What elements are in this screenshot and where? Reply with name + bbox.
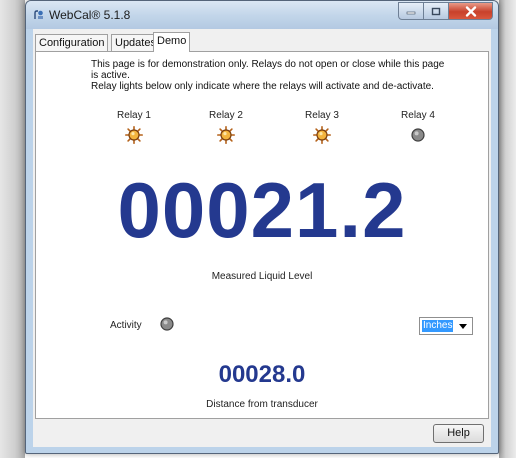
webcal-window: WebCal® 5.1.8 Configuration Updates Demo…	[25, 0, 499, 454]
relay-1: Relay 1	[104, 109, 164, 144]
tab-label: Updates	[115, 37, 156, 49]
app-icon	[34, 10, 43, 19]
units-selected-value: Inches	[422, 320, 454, 332]
notice-line-1: This page is for demonstration only. Rel…	[91, 59, 445, 81]
tab-label: Demo	[157, 35, 187, 47]
maximize-icon	[431, 7, 441, 15]
help-button[interactable]: Help	[433, 424, 484, 443]
minimize-icon	[406, 11, 416, 15]
close-button[interactable]	[449, 2, 493, 20]
demo-panel: This page is for demonstration only. Rel…	[35, 51, 489, 419]
relay-3: Relay 3	[292, 109, 352, 144]
background-desktop-left	[0, 0, 25, 458]
chevron-down-icon[interactable]	[459, 324, 467, 329]
relay-2: Relay 2	[196, 109, 256, 144]
window-client-area: Configuration Updates Demo This page is …	[33, 29, 491, 447]
caption-buttons	[398, 2, 493, 20]
units-dropdown[interactable]: Inches	[419, 317, 473, 335]
relay-3-label: Relay 3	[305, 110, 339, 121]
background-desktop-right	[499, 0, 516, 458]
relay-4: Relay 4	[388, 109, 448, 142]
relay-3-light-icon	[313, 126, 331, 144]
relay-2-light-icon	[217, 126, 235, 144]
measured-level-reading: 00021.2	[117, 166, 407, 254]
measured-level-label: Measured Liquid Level	[211, 271, 313, 282]
minimize-button[interactable]	[398, 2, 424, 20]
close-icon	[465, 5, 476, 17]
activity-light-icon	[160, 317, 174, 331]
title-bar[interactable]: WebCal® 5.1.8	[26, 1, 498, 29]
maximize-button[interactable]	[424, 2, 449, 20]
distance-reading: 00028.0	[218, 361, 306, 388]
relay-4-light-icon	[411, 128, 425, 142]
relay-4-label: Relay 4	[401, 110, 435, 121]
window-title: WebCal® 5.1.8	[49, 8, 131, 22]
tab-label: Configuration	[39, 37, 105, 49]
tab-demo[interactable]: Demo	[153, 32, 191, 52]
tab-configuration[interactable]: Configuration	[35, 34, 109, 51]
notice-line-2: Relay lights below only indicate where t…	[91, 81, 434, 92]
distance-label: Distance from transducer	[206, 399, 318, 410]
relay-1-label: Relay 1	[117, 110, 151, 121]
demo-notice: This page is for demonstration only. Rel…	[91, 59, 451, 92]
activity-label: Activity	[110, 320, 142, 331]
relay-2-label: Relay 2	[209, 110, 243, 121]
relay-1-light-icon	[125, 126, 143, 144]
